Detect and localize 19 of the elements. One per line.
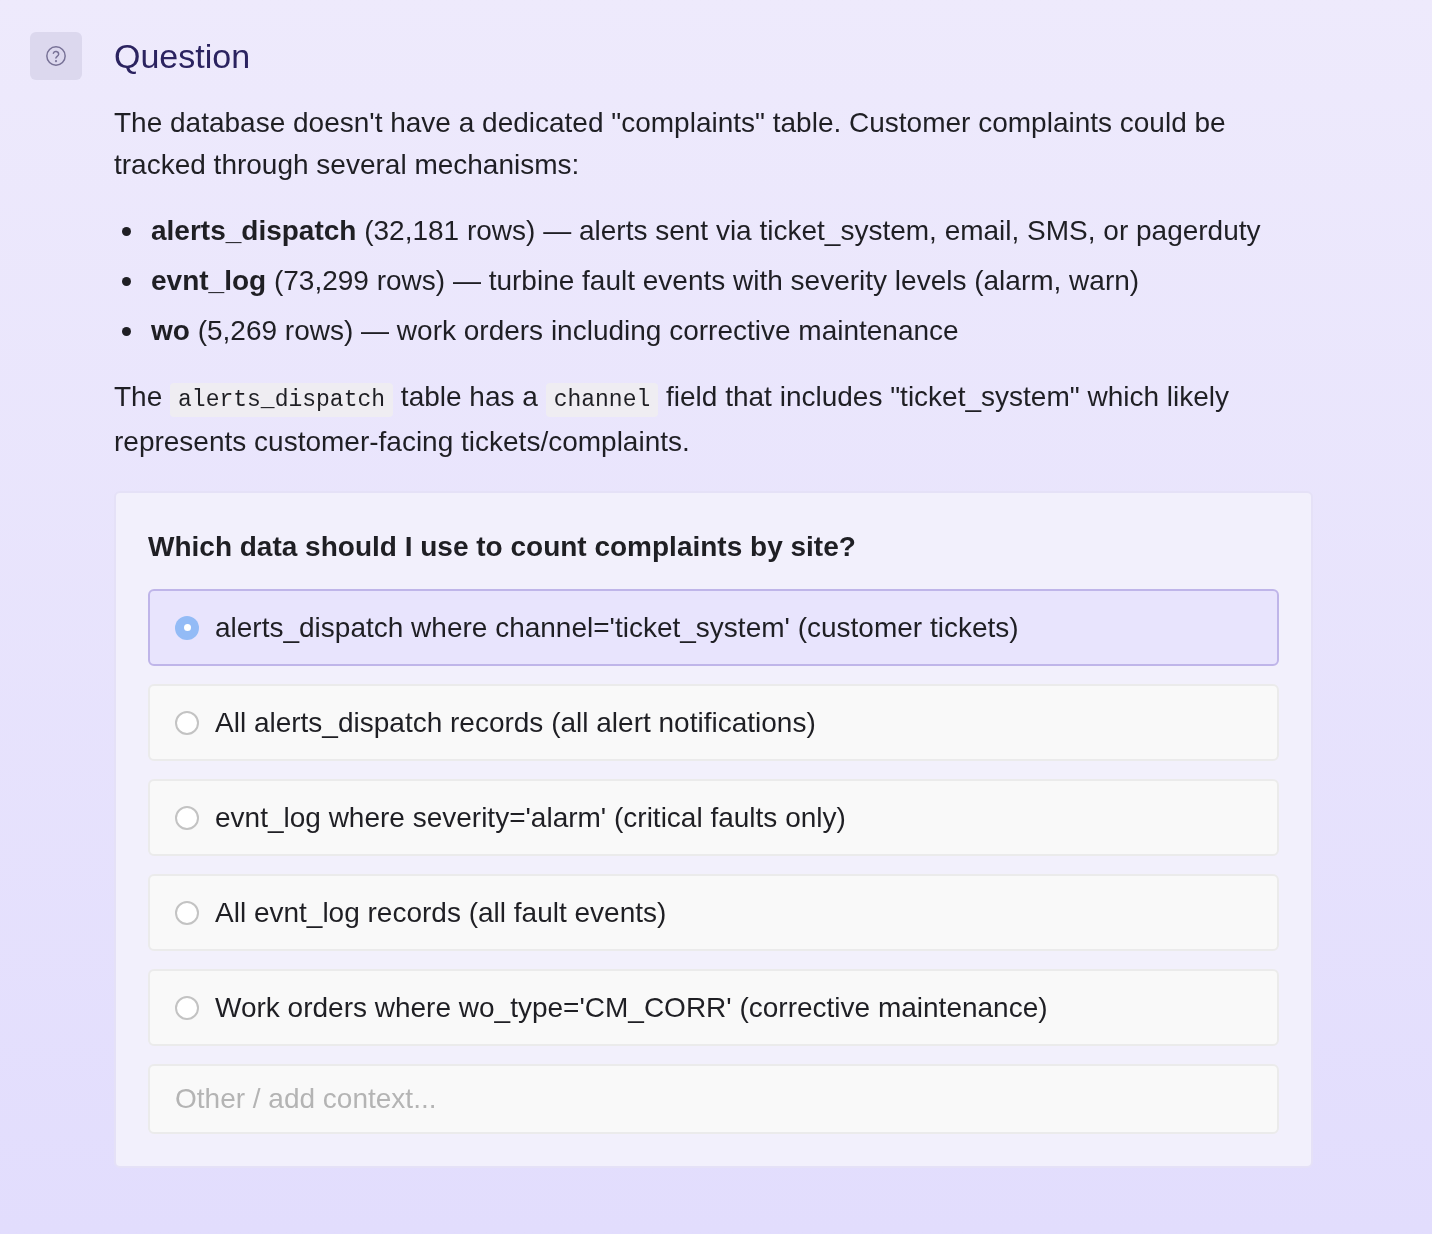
inline-code: channel: [545, 383, 659, 417]
bullet-icon: [122, 276, 131, 286]
question-title: Question: [114, 36, 252, 77]
answer-option[interactable]: All evnt_log records (all fault events): [148, 874, 1279, 951]
bullet-icon: [122, 326, 131, 336]
question-prompt: Which data should I use to count complaints by site?: [148, 530, 857, 564]
other-input-field[interactable]: Other / add context...: [148, 1064, 1279, 1134]
answer-option[interactable]: Work orders where wo_type='CM_CORR' (corrective maintenance): [148, 969, 1279, 1046]
table-description: wo (5,269 rows) — work orders including corrective maintenance: [151, 314, 959, 348]
bullet-icon: [122, 226, 131, 236]
question-icon: [30, 32, 82, 80]
answer-option[interactable]: alerts_dispatch where channel='ticket_system' (customer tickets): [148, 589, 1279, 666]
inline-code: alerts_dispatch: [170, 383, 394, 417]
intro-paragraph: The database doesn't have a dedicated "complaints" table. Customer complaints could be tracked through several mechanisms:: [114, 106, 1227, 182]
answer-option[interactable]: All alerts_dispatch records (all alert notifications): [148, 684, 1279, 761]
answer-option[interactable]: evnt_log where severity='alarm' (critical faults only): [148, 779, 1279, 856]
note-paragraph: The alerts_dispatch table has a channel field that includes "ticket_system" which likely represents customer-facing tickets/complaints.: [114, 380, 1231, 459]
table-description: alerts_dispatch (32,181 rows) — alerts sent via ticket_system, email, SMS, or pagerduty: [151, 214, 1261, 248]
table-description: evnt_log (73,299 rows) — turbine fault events with severity levels (alarm, warn): [151, 264, 1140, 298]
